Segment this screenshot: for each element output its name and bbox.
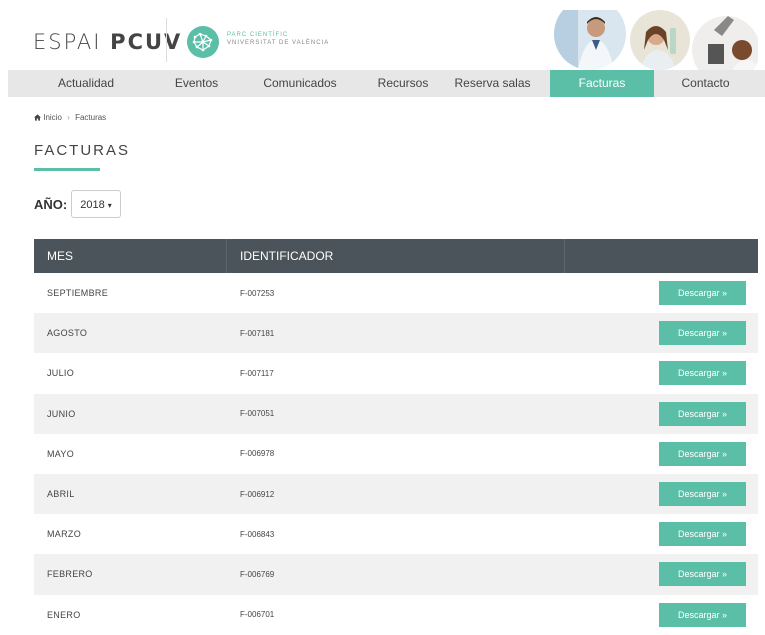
- breadcrumb: Inicio › Facturas: [34, 113, 106, 122]
- cell-identificador: F-007117: [240, 368, 274, 378]
- header-photos-image: [554, 10, 758, 70]
- year-dropdown-value: 2018: [80, 199, 105, 211]
- download-button[interactable]: Descargar »: [659, 562, 746, 587]
- nav-item-actualidad[interactable]: Actualidad: [8, 70, 164, 97]
- column-header-actions: [565, 239, 758, 273]
- download-button[interactable]: Descargar »: [659, 482, 746, 507]
- cell-mes: ENERO: [47, 609, 81, 620]
- nav-item-eventos[interactable]: Eventos: [164, 70, 229, 97]
- invoices-table: MES IDENTIFICADOR SEPTIEMBRE F-007253 De…: [34, 239, 758, 635]
- logo-divider: [166, 18, 167, 62]
- table-row: ABRIL F-006912 Descargar »: [34, 473, 758, 515]
- cell-identificador: F-007253: [240, 288, 275, 298]
- column-header-identificador: IDENTIFICADOR: [227, 239, 565, 273]
- table-header: MES IDENTIFICADOR: [34, 239, 758, 273]
- column-header-mes: MES: [34, 239, 227, 273]
- table-row: MAYO F-006978 Descargar »: [34, 434, 758, 474]
- cell-mes: JUNIO: [47, 408, 76, 419]
- cell-identificador: F-006843: [240, 529, 275, 539]
- cell-mes: JULIO: [47, 368, 75, 379]
- table-row: JUNIO F-007051 Descargar »: [34, 393, 758, 434]
- cell-mes: MARZO: [47, 529, 81, 540]
- cell-mes: AGOSTO: [47, 328, 88, 339]
- download-button[interactable]: Descargar »: [659, 441, 746, 466]
- home-icon: [34, 114, 41, 121]
- cell-mes: FEBRERO: [47, 569, 93, 580]
- table-row: AGOSTO F-007181 Descargar »: [34, 313, 758, 354]
- cell-mes: SEPTIEMBRE: [47, 288, 109, 299]
- download-button[interactable]: Descargar »: [659, 522, 746, 547]
- logo-bold-text: PCUV: [110, 30, 183, 54]
- main-navigation: Actualidad Eventos Comunicados Recursos …: [8, 70, 765, 97]
- page-title: FACTURAS: [34, 142, 131, 159]
- nav-item-facturas[interactable]: Facturas: [550, 70, 654, 97]
- breadcrumb-home-link[interactable]: Inicio: [43, 113, 62, 122]
- cell-identificador: F-006769: [240, 569, 275, 579]
- table-row: JULIO F-007117 Descargar »: [34, 353, 758, 393]
- cell-identificador: F-007051: [240, 409, 275, 419]
- chevron-down-icon: ▾: [107, 201, 112, 210]
- download-button[interactable]: Descargar »: [659, 321, 746, 346]
- title-underline: [34, 168, 100, 171]
- parc-cientific-logo-icon[interactable]: [186, 25, 220, 59]
- download-button[interactable]: Descargar »: [659, 281, 746, 306]
- table-row: ENERO F-006701 Descargar »: [34, 595, 758, 635]
- parc-text-line1: PARC CIENTÍFIC: [227, 32, 289, 38]
- cell-mes: ABRIL: [47, 489, 75, 500]
- table-row: SEPTIEMBRE F-007253 Descargar »: [34, 273, 758, 313]
- cell-mes: MAYO: [47, 448, 75, 459]
- table-row: MARZO F-006843 Descargar »: [34, 514, 758, 554]
- year-dropdown[interactable]: 2018 ▾: [71, 190, 121, 218]
- cell-identificador: F-006978: [240, 449, 275, 459]
- espai-pcuv-logo[interactable]: ESPAI PCUV: [33, 30, 182, 54]
- logo-light-text: ESPAI: [33, 30, 102, 54]
- breadcrumb-current: Facturas: [75, 113, 107, 122]
- parc-cientific-text: PARC CIENTÍFIC VNIVERSITAT DE VALÈNCIA: [227, 31, 329, 47]
- table-row: FEBRERO F-006769 Descargar »: [34, 554, 758, 595]
- nav-item-contacto[interactable]: Contacto: [654, 70, 757, 97]
- download-button[interactable]: Descargar »: [659, 361, 746, 386]
- cell-identificador: F-007181: [240, 328, 275, 338]
- cell-identificador: F-006701: [240, 610, 275, 620]
- cell-identificador: F-006912: [240, 489, 275, 499]
- site-header: ESPAI PCUV PARC CIENTÍFIC VNIVERSITAT DE…: [0, 0, 765, 70]
- nav-item-comunicados[interactable]: Comunicados: [229, 70, 371, 97]
- nav-item-reserva-salas[interactable]: Reserva salas: [435, 70, 550, 97]
- breadcrumb-separator: ›: [67, 113, 70, 122]
- parc-text-line2: VNIVERSITAT DE VALÈNCIA: [227, 40, 330, 46]
- download-button[interactable]: Descargar »: [659, 401, 746, 426]
- year-label: AÑO:: [34, 197, 68, 212]
- nav-item-recursos[interactable]: Recursos: [371, 70, 435, 97]
